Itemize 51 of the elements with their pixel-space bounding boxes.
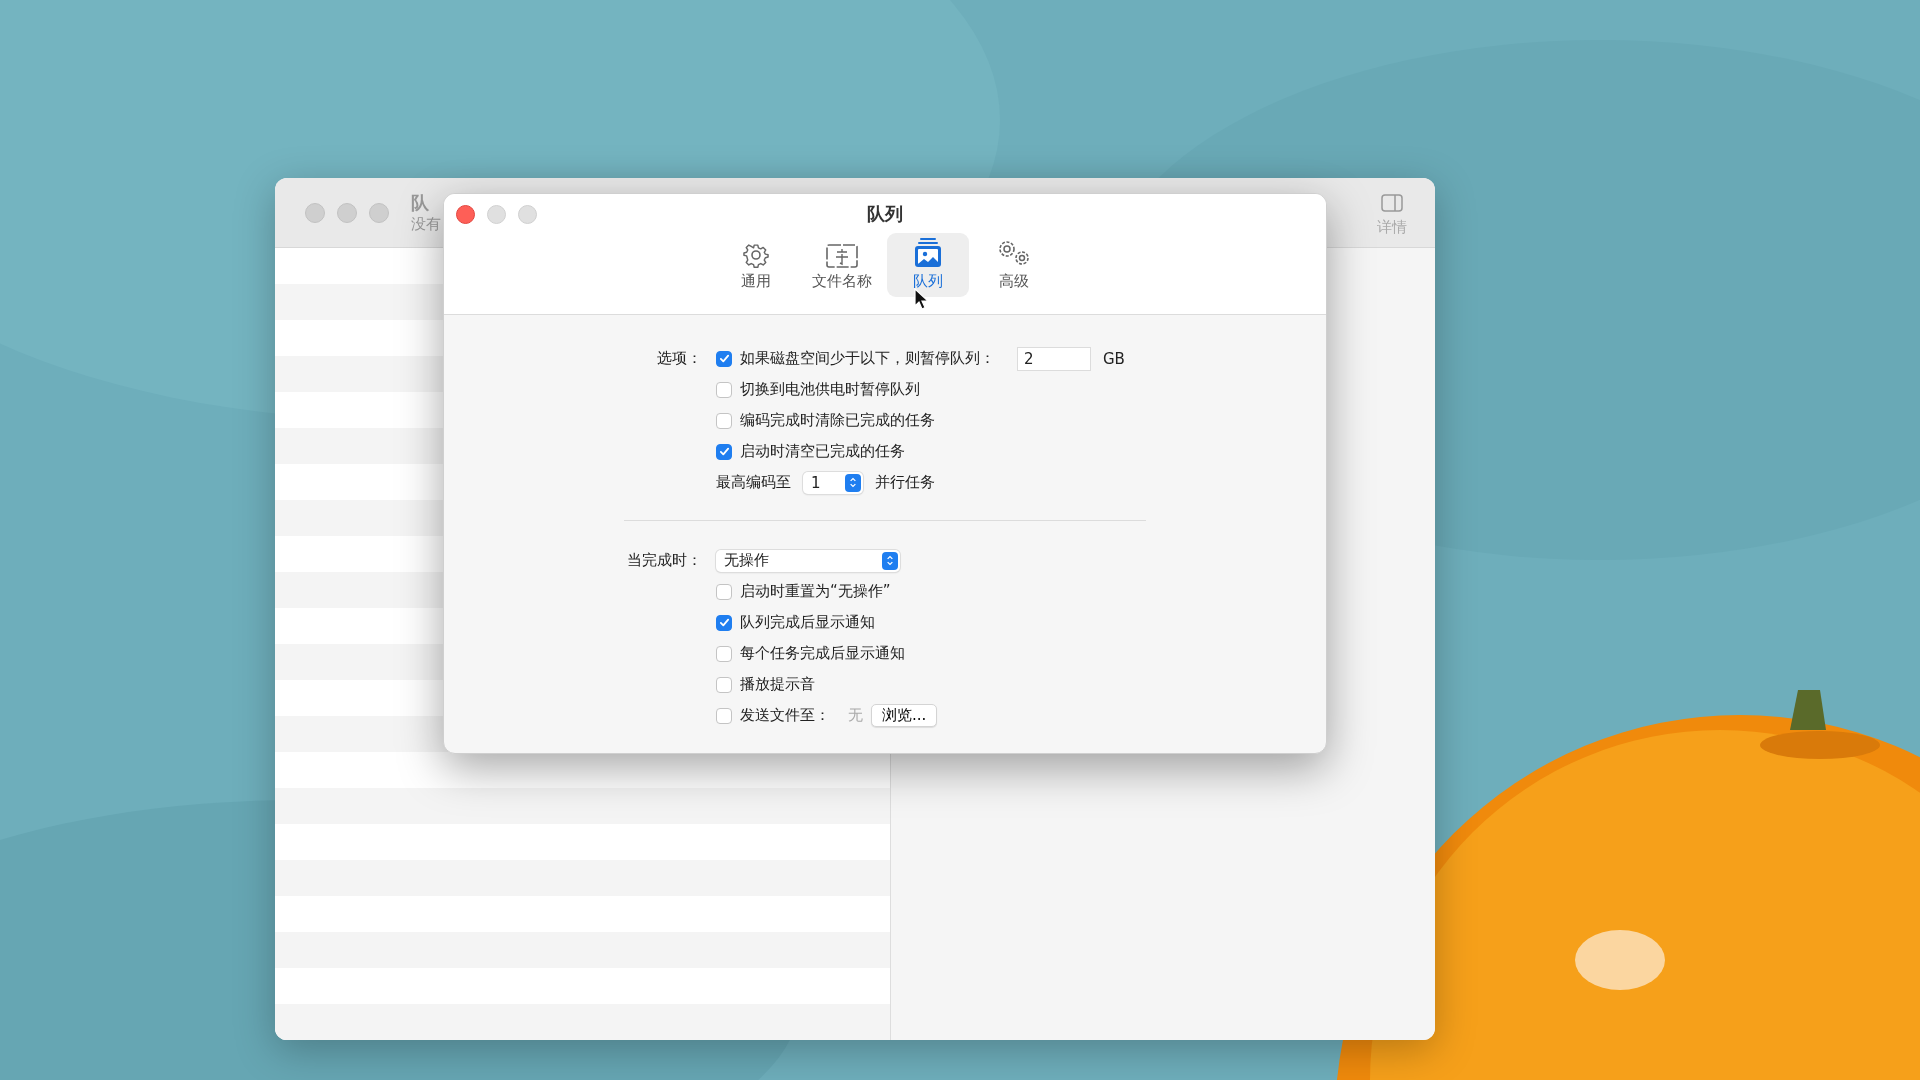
checkbox-label: 启动时清空已完成的任务 [740,442,905,461]
zoom-button[interactable] [518,205,537,224]
window-title: 队 [411,191,430,215]
window-button[interactable] [305,202,325,223]
browse-button[interactable]: 浏览... [871,704,938,727]
window-button[interactable] [337,202,357,223]
on-complete-label: 当完成时： [626,550,702,571]
checkbox[interactable] [716,707,732,724]
checkbox[interactable] [716,645,732,662]
toolbar-tab[interactable]: 通用 [715,233,797,297]
stepper-label: 并行任务 [875,473,935,492]
stepper-label: 最高编码至 [716,473,791,492]
checkbox-label: 每个任务完成后显示通知 [740,644,905,663]
pointer-icon [914,288,928,310]
window-title: 队列 [867,202,903,226]
checkbox[interactable] [716,676,732,693]
checkmark-icon [717,352,731,365]
checkbox-label: 编码完成时清除已完成的任务 [740,411,935,430]
sidebar-icon [1381,194,1403,212]
checkbox-label: 启动时重置为“无操作” [740,582,891,601]
checkbox[interactable] [716,412,732,429]
close-button[interactable] [456,205,475,224]
path-label: 无 [848,706,863,725]
toolbar-tab[interactable]: 文件名称 [801,233,883,297]
checkbox-label: 播放提示音 [740,675,815,694]
minimize-button[interactable] [487,205,506,224]
toolbar-tab[interactable]: 高级 [973,233,1055,297]
checkbox-label: 切换到电池供电时暂停队列 [740,380,920,399]
stepper-icon[interactable] [845,473,861,492]
checkmark-icon [717,616,731,629]
checkbox-label: 队列完成后显示通知 [740,613,875,632]
stepper-field[interactable]: 1 [803,471,863,494]
options-label: 选项： [656,348,702,369]
checkbox[interactable] [716,381,732,398]
checkbox-label: 如果磁盘空间少于以下，则暂停队列： [740,349,995,368]
chevron-icon[interactable] [882,551,898,570]
window-subtitle: 没有 [411,215,441,234]
photo-stack-icon [913,237,943,269]
checkmark-icon [717,445,731,458]
character-icon [825,243,859,269]
checkbox[interactable] [716,583,732,600]
checkbox[interactable] [716,350,732,367]
window-button[interactable] [369,202,389,223]
checkbox-label: 发送文件至： [740,706,830,725]
gear-icon [742,241,770,269]
unit-label: GB [1103,349,1125,368]
checkbox[interactable] [716,443,732,460]
popup-button[interactable]: 无操作 [716,549,900,572]
input-field[interactable]: 2 [1017,346,1091,371]
checkbox[interactable] [716,614,732,631]
toolbar-tab[interactable]: 队列 [887,233,969,297]
